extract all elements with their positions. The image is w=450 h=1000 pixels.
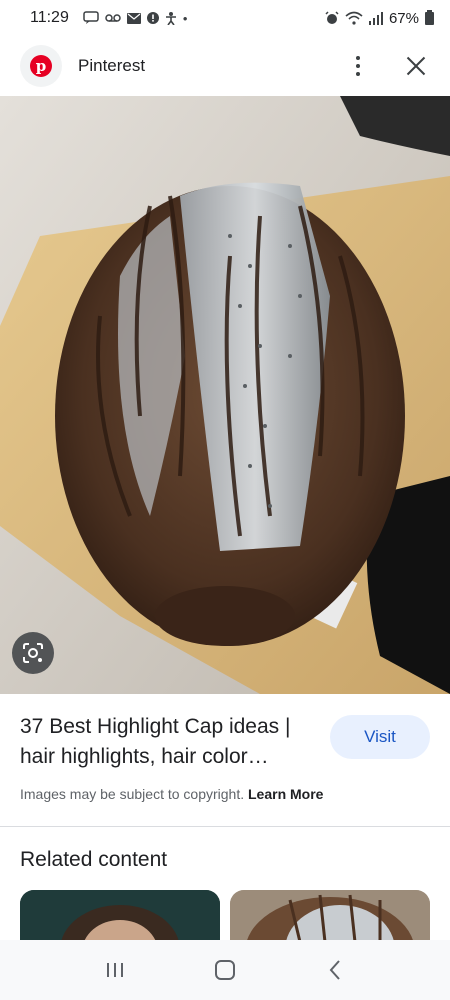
copyright-notice: Images may be subject to copyright. Lear… bbox=[20, 786, 323, 802]
main-image[interactable] bbox=[0, 96, 450, 694]
learn-more-link[interactable]: Learn More bbox=[248, 786, 323, 802]
related-heading: Related content bbox=[20, 848, 168, 871]
status-left: 11:29 • bbox=[30, 9, 187, 27]
battery-percent: 67% bbox=[388, 9, 419, 27]
related-thumbnail-image bbox=[20, 890, 220, 942]
status-bar: 11:29 • 67% bbox=[0, 0, 450, 36]
visit-button[interactable]: Visit bbox=[330, 715, 430, 759]
recents-glyph bbox=[107, 963, 123, 977]
hair-highlight-photo bbox=[0, 96, 450, 694]
related-thumbnail[interactable] bbox=[230, 890, 430, 942]
recents-icon[interactable] bbox=[95, 950, 135, 990]
home-glyph bbox=[215, 960, 235, 980]
message-icon bbox=[83, 11, 99, 24]
mail-icon bbox=[126, 12, 141, 24]
system-nav-bar bbox=[0, 940, 450, 1000]
google-lens-icon[interactable] bbox=[12, 632, 54, 674]
notification-icons: • bbox=[83, 10, 188, 26]
more-dot bbox=[356, 72, 360, 76]
more-dot bbox=[356, 64, 360, 68]
more-dot bbox=[356, 56, 360, 60]
home-icon[interactable] bbox=[205, 950, 245, 990]
status-right: 67% bbox=[325, 9, 434, 27]
divider bbox=[0, 826, 450, 827]
voicemail-icon bbox=[105, 14, 121, 22]
back-icon[interactable] bbox=[315, 950, 355, 990]
signal-icon bbox=[368, 11, 383, 25]
alarm-icon bbox=[325, 11, 339, 24]
pinterest-logo-icon[interactable]: p bbox=[20, 45, 62, 87]
wifi-icon bbox=[345, 11, 363, 25]
battery-icon bbox=[425, 9, 434, 25]
dot-icon: • bbox=[182, 10, 188, 26]
source-header: p Pinterest bbox=[0, 36, 450, 96]
accessibility-icon bbox=[165, 11, 176, 25]
close-icon[interactable] bbox=[402, 52, 430, 80]
back-glyph bbox=[329, 960, 340, 980]
more-vert-icon[interactable] bbox=[344, 46, 372, 86]
alert-icon bbox=[146, 12, 159, 24]
result-title[interactable]: 37 Best Highlight Cap ideas | hair highl… bbox=[20, 712, 320, 772]
lens-glyph bbox=[23, 643, 43, 663]
status-time: 11:29 bbox=[30, 9, 69, 26]
site-name[interactable]: Pinterest bbox=[78, 56, 145, 76]
related-thumbnail-image bbox=[230, 890, 430, 942]
copyright-text: Images may be subject to copyright. bbox=[20, 786, 245, 802]
related-thumbnail[interactable] bbox=[20, 890, 220, 942]
pinterest-logo-letter: p bbox=[30, 55, 52, 77]
